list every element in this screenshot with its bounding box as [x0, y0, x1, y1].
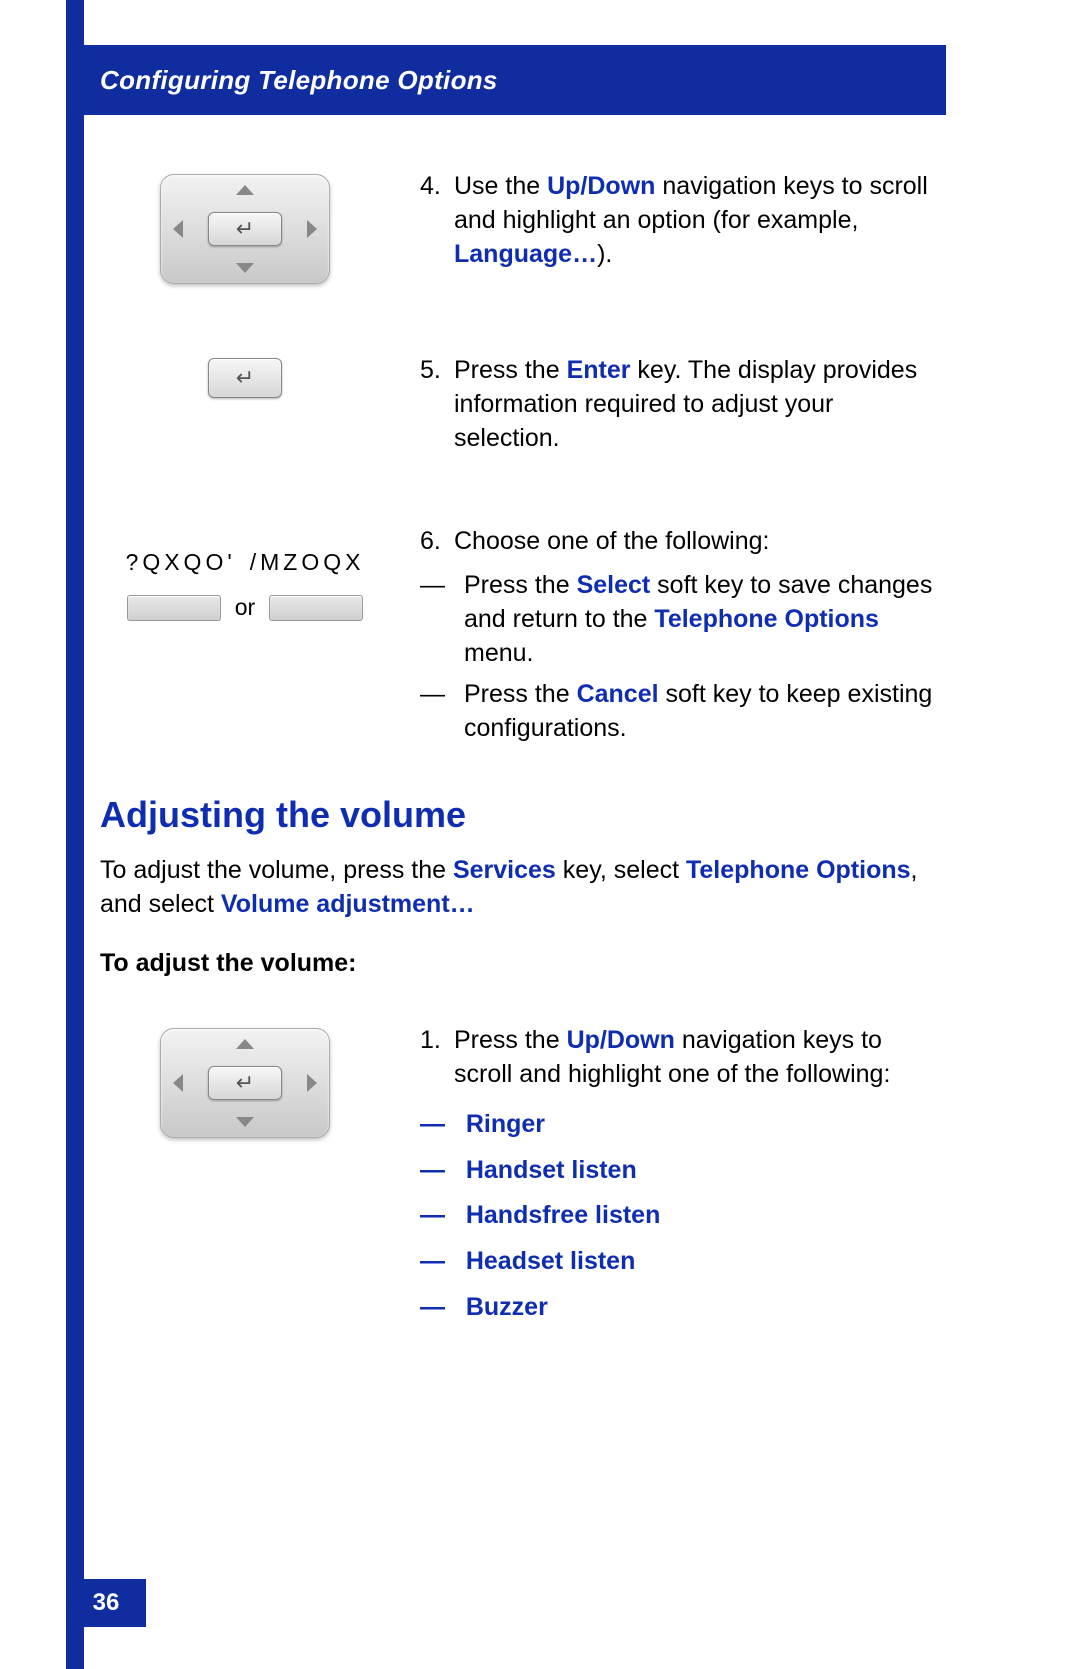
volume-step-1: ↵ 1.Press the Up/Down navigation keys to…: [100, 1024, 950, 1336]
volume-options-list: — Ringer — Handset listen — Handsfree li…: [420, 1108, 950, 1325]
highlight-services: Services: [453, 856, 556, 884]
step-6-option-b: — Press the Cancel soft key to keep exis…: [420, 678, 950, 746]
volume-option-buzzer: — Buzzer: [420, 1291, 950, 1325]
step-body: Press the Enter key. The display provide…: [454, 354, 944, 455]
option-label: Handset listen: [466, 1156, 637, 1184]
step-4: ↵ 4.Use the Up/Down navigation keys to s…: [100, 170, 950, 284]
header-title: Configuring Telephone Options: [100, 65, 498, 96]
arrow-right-icon: [307, 1074, 317, 1092]
page-number: 36: [66, 1579, 146, 1627]
step-number: 5.: [420, 354, 454, 388]
or-text: or: [235, 594, 255, 621]
step-6-options: — Press the Select soft key to save chan…: [420, 569, 950, 746]
softkey-left-label: ?QXQO': [126, 549, 236, 576]
page-content: ↵ 4.Use the Up/Down navigation keys to s…: [100, 170, 950, 1337]
arrow-left-icon: [173, 220, 183, 238]
arrow-up-icon: [236, 185, 254, 195]
text-fragment: key, select: [556, 856, 686, 884]
softkeys-group: ?QXQO' /MZOQX or: [100, 549, 390, 621]
nav-pad-icon: ↵: [160, 1028, 330, 1138]
text-fragment: ).: [597, 240, 612, 268]
highlight-updown: Up/Down: [547, 172, 655, 200]
option-label: Headset listen: [466, 1247, 636, 1275]
arrow-down-icon: [236, 263, 254, 273]
option-text: Press the Select soft key to save change…: [464, 569, 950, 670]
step-number: 1.: [420, 1024, 454, 1058]
step-6-option-a: — Press the Select soft key to save chan…: [420, 569, 950, 670]
step-5-text: 5.Press the Enter key. The display provi…: [420, 354, 950, 455]
step-body: Choose one of the following:: [454, 525, 944, 559]
text-fragment: Press the: [454, 1026, 567, 1054]
section-title: Adjusting the volume: [100, 794, 950, 836]
option-text: Press the Cancel soft key to keep existi…: [464, 678, 950, 746]
highlight-enter: Enter: [567, 356, 631, 384]
highlight-volume-adjustment: Volume adjustment…: [221, 890, 475, 918]
option-label: Buzzer: [466, 1293, 548, 1321]
text-fragment: Press the: [464, 571, 577, 599]
highlight-select: Select: [577, 571, 651, 599]
sub-heading: To adjust the volume:: [100, 949, 950, 978]
enter-key-icon: ↵: [208, 212, 282, 246]
option-label: Ringer: [466, 1110, 545, 1138]
highlight-telephone-options: Telephone Options: [686, 856, 911, 884]
text-fragment: Use the: [454, 172, 547, 200]
dash-icon: —: [420, 678, 450, 746]
step-number: 4.: [420, 170, 454, 204]
nav-pad-illustration: ↵: [100, 1024, 390, 1336]
highlight-telephone-options: Telephone Options: [654, 605, 879, 633]
enter-key-illustration: ↵: [100, 354, 390, 455]
option-label: Handsfree listen: [466, 1201, 661, 1229]
volume-option-handset: — Handset listen: [420, 1154, 950, 1188]
softkeys-illustration: ?QXQO' /MZOQX or: [100, 525, 390, 754]
volume-option-headset: — Headset listen: [420, 1245, 950, 1279]
arrow-up-icon: [236, 1039, 254, 1049]
nav-pad-icon: ↵: [160, 174, 330, 284]
dash-icon: —: [420, 569, 450, 670]
text-fragment: To adjust the volume, press the: [100, 856, 453, 884]
section-intro: To adjust the volume, press the Services…: [100, 854, 950, 922]
arrow-left-icon: [173, 1074, 183, 1092]
softkey-right-label: /MZOQX: [250, 549, 365, 576]
text-fragment: Press the: [464, 680, 577, 708]
dash-icon: —: [420, 1293, 445, 1321]
step-body: Press the Up/Down navigation keys to scr…: [454, 1024, 944, 1092]
text-fragment: Choose one of the following:: [454, 527, 770, 555]
softkey-left-icon: [127, 595, 221, 621]
text-fragment: Press the: [454, 356, 567, 384]
dash-icon: —: [420, 1247, 445, 1275]
dash-icon: —: [420, 1156, 445, 1184]
left-stripe: [66, 0, 84, 1669]
enter-key-icon: ↵: [208, 1066, 282, 1100]
step-body: Use the Up/Down navigation keys to scrol…: [454, 170, 944, 271]
highlight-language: Language…: [454, 240, 597, 268]
highlight-updown: Up/Down: [567, 1026, 675, 1054]
volume-option-ringer: — Ringer: [420, 1108, 950, 1142]
step-6: ?QXQO' /MZOQX or 6.Choose one of the fol…: [100, 525, 950, 754]
volume-option-handsfree: — Handsfree listen: [420, 1199, 950, 1233]
dash-icon: —: [420, 1201, 445, 1229]
step-4-text: 4.Use the Up/Down navigation keys to scr…: [420, 170, 950, 284]
step-5: ↵ 5.Press the Enter key. The display pro…: [100, 354, 950, 455]
arrow-down-icon: [236, 1117, 254, 1127]
nav-pad-illustration: ↵: [100, 170, 390, 284]
highlight-cancel: Cancel: [577, 680, 659, 708]
dash-icon: —: [420, 1110, 445, 1138]
text-fragment: menu.: [464, 639, 533, 667]
softkey-right-icon: [269, 595, 363, 621]
step-6-text: 6.Choose one of the following: — Press t…: [420, 525, 950, 754]
step-number: 6.: [420, 525, 454, 559]
page-header: Configuring Telephone Options: [66, 45, 946, 115]
enter-key-icon: ↵: [208, 358, 282, 398]
volume-step-1-text: 1.Press the Up/Down navigation keys to s…: [420, 1024, 950, 1336]
arrow-right-icon: [307, 220, 317, 238]
